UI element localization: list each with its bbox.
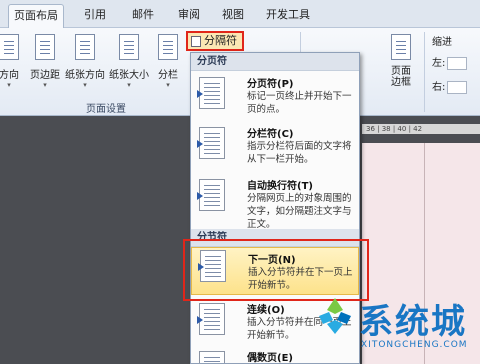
watermark-domain: XITONGCHENG.COM	[361, 340, 468, 350]
columns-button[interactable]: 分栏 ▾	[154, 34, 182, 94]
menu-item-desc: 指示分栏符后面的文字将从下一栏开始。	[247, 141, 352, 165]
tab-developer[interactable]: 开发工具	[260, 4, 316, 28]
tab-mailings[interactable]: 邮件	[126, 4, 160, 28]
indent-left-row: 左:	[432, 54, 468, 70]
horizontal-ruler: 36 | 38 | 40 | 42	[362, 124, 480, 134]
page-orientation-button[interactable]: 纸张方向 ▾	[64, 34, 106, 94]
section-header-page-breaks: 分页符	[191, 53, 359, 71]
indent-left-label: 左:	[432, 58, 446, 69]
watermark: 系统城 XITONGCHENG.COM	[313, 294, 480, 364]
column-break-icon	[197, 127, 225, 159]
breaks-label: 分隔符	[204, 34, 237, 47]
menu-item-desc: 分隔网页上的对象周围的文字，如分隔题注文字与正文。	[247, 193, 352, 230]
even-page-break-icon	[199, 351, 225, 363]
chevron-down-icon: ▾	[43, 81, 47, 89]
menu-item-title: 连续(O)	[247, 305, 285, 316]
chevron-down-icon: ▾	[83, 81, 87, 89]
columns-label: 分栏	[158, 70, 178, 81]
menu-item-text-wrapping[interactable]: 自动换行符(T) 分隔网页上的对象周围的文字，如分隔题注文字与正文。	[191, 177, 359, 230]
tab-page-layout[interactable]: 页面布局	[8, 4, 64, 28]
page-size-label: 纸张大小	[109, 70, 149, 81]
page-size-icon	[119, 34, 139, 60]
indent-right-input[interactable]	[447, 80, 468, 94]
menu-item-title: 偶数页(E)	[247, 353, 293, 364]
menu-item-title: 自动换行符(T)	[247, 181, 313, 192]
columns-icon	[158, 34, 178, 60]
breaks-icon	[191, 36, 201, 47]
chevron-down-icon: ▾	[166, 81, 170, 89]
tab-review[interactable]: 审阅	[172, 4, 206, 28]
page-setup-group-label: 页面设置	[86, 104, 126, 115]
page-orientation-icon	[75, 34, 95, 60]
page-border-button[interactable]: 页面 边框	[382, 34, 420, 94]
ribbon-tab-bar: 页面布局 引用 邮件 审阅 视图 开发工具	[0, 0, 480, 28]
indent-right-row: 右:	[432, 78, 468, 94]
annotation-highlight-box	[183, 239, 369, 301]
page-orientation-label: 纸张方向	[65, 70, 105, 81]
indent-label: 缩进	[432, 37, 452, 48]
indent-left-input[interactable]	[447, 56, 468, 70]
menu-item-page-break[interactable]: 分页符(P) 标记一页终止并开始下一页的点。	[191, 75, 359, 119]
watermark-brand: 系统城	[359, 302, 467, 342]
tab-references[interactable]: 引用	[78, 4, 112, 28]
ribbon-separator	[424, 32, 425, 112]
menu-item-column-break[interactable]: 分栏符(C) 指示分栏符后面的文字将从下一栏开始。	[191, 125, 359, 169]
menu-item-title: 分栏符(C)	[247, 129, 294, 140]
page-size-button[interactable]: 纸张大小 ▾	[108, 34, 150, 94]
indent-right-label: 右:	[432, 82, 446, 93]
text-wrapping-break-icon	[197, 179, 225, 211]
margins-label: 页边距	[30, 70, 60, 81]
tab-view[interactable]: 视图	[216, 4, 250, 28]
chevron-down-icon: ▾	[7, 81, 11, 89]
chevron-down-icon: ▾	[127, 81, 131, 89]
menu-item-desc: 标记一页终止并开始下一页的点。	[247, 91, 352, 115]
continuous-break-icon	[197, 303, 225, 335]
orientation-button-partial[interactable]: 方向 ▾	[0, 34, 24, 94]
breaks-button[interactable]: 分隔符	[186, 31, 244, 51]
watermark-logo-icon	[319, 298, 351, 334]
text-direction-icon	[0, 34, 19, 60]
margins-icon	[35, 34, 55, 60]
margins-button[interactable]: 页边距 ▾	[28, 34, 62, 94]
page-border-icon	[391, 34, 411, 60]
page-border-label: 页面 边框	[391, 66, 411, 88]
page-break-icon	[197, 77, 225, 109]
orientation-label: 方向	[0, 70, 19, 81]
menu-item-title: 分页符(P)	[247, 79, 294, 90]
